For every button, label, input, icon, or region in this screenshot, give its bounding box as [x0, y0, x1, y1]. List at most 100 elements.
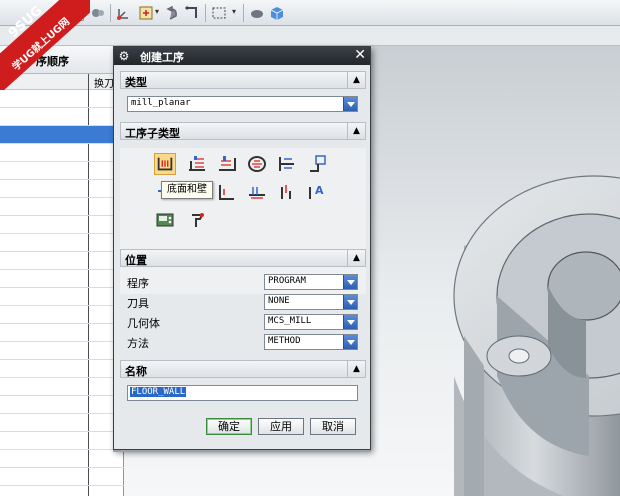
toolbar-separator	[110, 4, 111, 22]
snap-icon[interactable]	[184, 5, 200, 21]
finish-walls-icon[interactable]	[216, 181, 238, 203]
tool-dropdown[interactable]: NONE	[264, 294, 358, 310]
method-value: METHOD	[268, 336, 301, 346]
table-row[interactable]	[0, 234, 124, 252]
name-input[interactable]: FLOOR_WALL	[127, 385, 358, 401]
method-label: 方法	[127, 337, 149, 350]
table-row[interactable]	[0, 270, 124, 288]
planar-profile-icon[interactable]	[216, 153, 238, 175]
navigator-title: 序顺序	[36, 55, 69, 68]
dropdown-arrow-icon[interactable]: ▾	[155, 7, 159, 16]
apply-button[interactable]: 应用	[258, 418, 304, 435]
navigator-column-header: 换刀	[0, 74, 124, 90]
table-row[interactable]	[0, 396, 124, 414]
table-row[interactable]	[0, 324, 124, 342]
dropdown-arrow-icon[interactable]	[343, 97, 357, 111]
secondary-toolbar	[0, 26, 620, 46]
dropdown-arrow-icon[interactable]	[343, 315, 357, 329]
collapse-icon[interactable]: ▲	[347, 72, 365, 88]
gear-icon[interactable]: ⚙	[117, 49, 131, 63]
program-label: 程序	[127, 277, 149, 290]
rotate-icon[interactable]	[164, 5, 180, 21]
toolbar-separator	[243, 4, 244, 22]
dropdown-arrow-icon[interactable]	[343, 295, 357, 309]
toolbar-separator	[205, 4, 206, 22]
toolbar-input[interactable]	[60, 5, 84, 21]
dialog-title: 创建工序	[140, 51, 184, 64]
cancel-button[interactable]: 取消	[310, 418, 356, 435]
tool-label: 刀具	[127, 297, 149, 310]
table-row[interactable]	[0, 252, 124, 270]
mill-control-icon[interactable]	[154, 209, 176, 231]
section-location-label: 位置	[125, 254, 147, 267]
section-subtype[interactable]: 工序子类型 ▲	[120, 122, 366, 140]
tool-value: NONE	[268, 296, 290, 306]
method-dropdown[interactable]: METHOD	[264, 334, 358, 350]
table-row-selected[interactable]	[0, 126, 124, 144]
type-dropdown[interactable]: mill_planar	[127, 96, 358, 112]
close-icon[interactable]: ✕	[354, 47, 366, 63]
csys-icon[interactable]	[116, 5, 132, 21]
navigator-rows	[0, 90, 124, 486]
collapse-icon[interactable]: ▲	[347, 123, 365, 139]
type-value: mill_planar	[131, 98, 191, 108]
table-row[interactable]	[0, 90, 124, 108]
ok-button[interactable]: 确定	[206, 418, 252, 435]
cube-view-icon[interactable]	[269, 5, 285, 21]
table-row[interactable]	[0, 198, 124, 216]
table-row[interactable]	[0, 432, 124, 450]
section-name-label: 名称	[125, 365, 147, 378]
navigator-header: 序顺序	[0, 46, 124, 74]
section-subtype-label: 工序子类型	[125, 127, 180, 140]
mill-user-icon[interactable]	[186, 209, 208, 231]
cavity-mill-icon[interactable]	[246, 153, 268, 175]
table-row[interactable]	[0, 180, 124, 198]
top-toolbar: ▾ ▾	[0, 0, 620, 26]
table-row[interactable]	[0, 144, 124, 162]
subtype-tooltip: 底面和壁	[161, 181, 213, 199]
dialog-shadow	[113, 450, 371, 452]
face-milling-icon[interactable]	[186, 153, 208, 175]
program-value: PROGRAM	[268, 276, 306, 286]
planar-text-icon[interactable]: A	[306, 181, 328, 203]
thread-mill-icon[interactable]	[276, 181, 298, 203]
table-row[interactable]	[0, 468, 124, 486]
table-row[interactable]	[0, 306, 124, 324]
dropdown-arrow-icon[interactable]	[343, 335, 357, 349]
table-row[interactable]	[0, 414, 124, 432]
section-name[interactable]: 名称 ▲	[120, 360, 366, 378]
geometry-dropdown[interactable]: MCS_MILL	[264, 314, 358, 330]
table-row[interactable]	[0, 216, 124, 234]
table-row[interactable]	[0, 378, 124, 396]
table-row[interactable]	[0, 450, 124, 468]
point-icon[interactable]	[138, 5, 154, 21]
gear-group-icon[interactable]	[90, 5, 106, 21]
section-type[interactable]: 类型 ▲	[120, 71, 366, 89]
table-row[interactable]	[0, 360, 124, 378]
clean-up-corners-icon[interactable]	[306, 153, 328, 175]
section-location[interactable]: 位置 ▲	[120, 249, 366, 267]
column-header-tool-change[interactable]: 换刀	[94, 75, 114, 90]
section-type-label: 类型	[125, 76, 147, 89]
name-value: FLOOR_WALL	[130, 387, 187, 397]
table-row[interactable]	[0, 288, 124, 306]
table-row[interactable]	[0, 108, 124, 126]
operation-navigator: 序顺序 换刀	[0, 46, 124, 496]
dropdown-arrow-icon[interactable]: ▾	[232, 7, 236, 16]
planar-mill-icon[interactable]	[276, 153, 298, 175]
subtype-icon-grid: A	[120, 148, 366, 294]
svg-text:A: A	[315, 184, 324, 197]
collapse-icon[interactable]: ▲	[347, 361, 365, 377]
shaded-icon[interactable]	[249, 5, 265, 21]
dialog-title-bar[interactable]: ⚙ 创建工序 ✕	[114, 47, 370, 65]
table-row[interactable]	[0, 162, 124, 180]
finish-floor-icon[interactable]	[246, 181, 268, 203]
dropdown-arrow-icon[interactable]	[343, 275, 357, 289]
floor-wall-icon[interactable]	[154, 153, 176, 175]
geometry-label: 几何体	[127, 317, 160, 330]
table-row[interactable]	[0, 342, 124, 360]
program-dropdown[interactable]: PROGRAM	[264, 274, 358, 290]
collapse-icon[interactable]: ▲	[347, 250, 365, 266]
geometry-value: MCS_MILL	[268, 316, 312, 326]
selection-box-icon[interactable]	[211, 5, 227, 21]
